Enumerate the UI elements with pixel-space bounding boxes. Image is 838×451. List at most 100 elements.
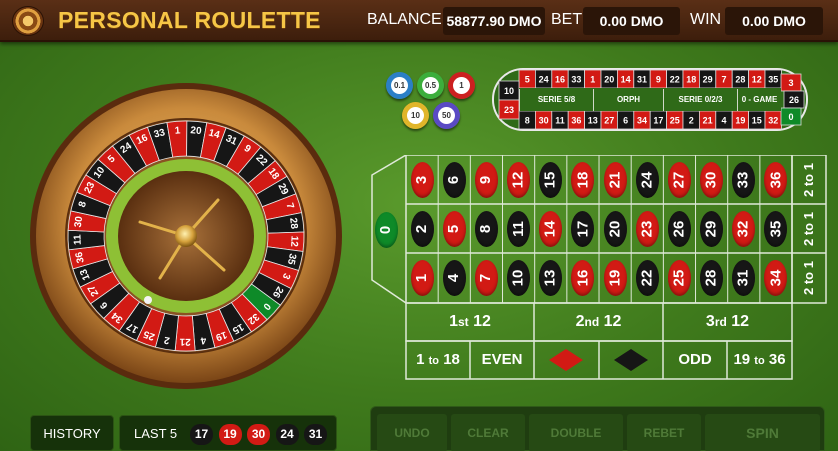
racetrack-number: 36 [571, 116, 581, 126]
number-1[interactable]: 1 [410, 260, 434, 296]
number-22[interactable]: 22 [635, 260, 659, 296]
chip-1[interactable]: 1 [448, 72, 475, 99]
racetrack-section[interactable]: ORPH [593, 89, 663, 111]
number-3[interactable]: 3 [410, 162, 434, 198]
racetrack-number: 19 [735, 116, 745, 126]
dozen-1st[interactable]: 1st 12 [406, 303, 534, 341]
wheel-hub [175, 225, 197, 247]
column-bet-bottom[interactable]: 2 to 1 [792, 260, 826, 296]
win-label: WIN [690, 11, 722, 28]
racetrack-number: 16 [555, 75, 565, 85]
number-29[interactable]: 29 [700, 211, 724, 247]
wheel-number: 11 [72, 234, 83, 245]
chip-value: 0.1 [391, 77, 408, 94]
number-19[interactable]: 19 [603, 260, 627, 296]
number-8[interactable]: 8 [474, 211, 498, 247]
racetrack-number: 32 [768, 116, 778, 126]
rebet-button[interactable]: REBET [627, 414, 701, 451]
wheel-number: 21 [179, 336, 191, 347]
number-9[interactable]: 9 [474, 162, 498, 198]
bet-red[interactable] [549, 349, 583, 371]
balance-value: 58877.90 DMO [443, 7, 545, 35]
racetrack-number: 17 [653, 116, 663, 126]
last-5-panel: LAST 5 17 19 30 24 31 [119, 415, 337, 451]
number-25[interactable]: 25 [667, 260, 691, 296]
racetrack-number: 35 [768, 75, 778, 85]
racetrack-number: 10 [504, 86, 514, 96]
dozen-1-num: 1 [449, 313, 458, 330]
betting-table: 0 3 6 9 12 15 18 21 24 27 30 33 36 2 5 8 11 14 17 20 23 26 29… [362, 155, 827, 381]
racetrack-number: 27 [604, 116, 614, 126]
racetrack-number: 25 [670, 116, 680, 126]
number-11[interactable]: 11 [507, 211, 531, 247]
bet-value: 0.00 DMO [583, 7, 680, 35]
bet-19-to-36[interactable]: 19 to 36 [727, 341, 792, 379]
bet-even[interactable]: EVEN [470, 341, 534, 379]
number-4[interactable]: 4 [442, 260, 466, 296]
racetrack-section[interactable]: SERIE 0/2/3 [663, 89, 737, 111]
low-end: 18 [443, 351, 460, 368]
racetrack-section[interactable]: SERIE 5/8 [519, 89, 593, 111]
spin-button[interactable]: SPIN [705, 414, 820, 451]
history-button[interactable]: HISTORY [30, 415, 114, 451]
double-button[interactable]: DOUBLE [529, 414, 623, 451]
column-bet-middle[interactable]: 2 to 1 [792, 211, 826, 247]
dozen-2nd[interactable]: 2nd 12 [534, 303, 663, 341]
number-0[interactable]: 0 [375, 212, 398, 248]
number-5[interactable]: 5 [442, 211, 466, 247]
racetrack-number: 4 [721, 116, 726, 126]
chip-value: 1 [453, 77, 470, 94]
win-value: 0.00 DMO [725, 7, 823, 35]
chip-0-1[interactable]: 0.1 [386, 72, 413, 99]
chip-50[interactable]: 50 [433, 102, 460, 129]
wheel-number: 20 [190, 125, 203, 137]
number-30[interactable]: 30 [700, 162, 724, 198]
racetrack-number: 22 [670, 75, 680, 85]
bet-1-to-18[interactable]: 1 to 18 [406, 341, 470, 379]
balance-label: BALANCE [367, 11, 442, 28]
racetrack-number: 23 [504, 105, 514, 115]
number-12[interactable]: 12 [507, 162, 531, 198]
racetrack-number: 11 [555, 116, 565, 126]
number-7[interactable]: 7 [474, 260, 498, 296]
bet-black[interactable] [614, 349, 648, 371]
dozen-2-suffix: nd [584, 315, 600, 329]
racetrack-bets[interactable]: 5 24 16 33 1 20 14 31 9 22 18 29 7 28 12 35 8 30 11 36 13 27 6… [491, 67, 811, 133]
chip-0-5[interactable]: 0.5 [417, 72, 444, 99]
racetrack-section[interactable]: 0 - GAME [737, 89, 781, 111]
racetrack-number: 9 [656, 75, 661, 85]
high-end: 36 [768, 351, 786, 368]
number-6[interactable]: 6 [442, 162, 466, 198]
number-23[interactable]: 23 [635, 211, 659, 247]
racetrack-number: 28 [735, 75, 745, 85]
control-bar: UNDO CLEAR DOUBLE REBET SPIN [370, 406, 825, 451]
bet-odd[interactable]: ODD [663, 341, 727, 379]
top-bar: PERSONAL ROULETTE BALANCE 58877.90 DMO B… [0, 0, 838, 42]
number-21[interactable]: 21 [603, 162, 627, 198]
number-28[interactable]: 28 [700, 260, 724, 296]
last-5-label: LAST 5 [134, 426, 178, 441]
number-20[interactable]: 20 [603, 211, 627, 247]
column-bet-top[interactable]: 2 to 1 [792, 162, 826, 198]
undo-button[interactable]: UNDO [377, 414, 447, 451]
number-10[interactable]: 10 [507, 260, 531, 296]
racetrack-number: 34 [637, 116, 647, 126]
racetrack-number: 33 [571, 75, 581, 85]
racetrack-number: 20 [604, 75, 614, 85]
dozen-3rd[interactable]: 3rd 12 [663, 303, 792, 341]
game-title: PERSONAL ROULETTE [58, 7, 321, 33]
roulette-wheel: 0 32 15 19 4 21 2 25 17 34 6 27 13 36 11 30 8 23 10 5 24 16 33… [28, 80, 344, 392]
low-start: 1 [416, 351, 425, 368]
red-diamond-icon [549, 349, 583, 371]
racetrack-number: 18 [686, 75, 696, 85]
number-27[interactable]: 27 [667, 162, 691, 198]
chip-10[interactable]: 10 [402, 102, 429, 129]
number-26[interactable]: 26 [667, 211, 691, 247]
number-24[interactable]: 24 [635, 162, 659, 198]
number-2[interactable]: 2 [410, 211, 434, 247]
dozen-1-suffix: st [457, 315, 469, 329]
chip-value: 10 [407, 107, 424, 124]
racetrack-number: 15 [752, 116, 762, 126]
clear-button[interactable]: CLEAR [451, 414, 525, 451]
history-number: 30 [247, 424, 270, 445]
